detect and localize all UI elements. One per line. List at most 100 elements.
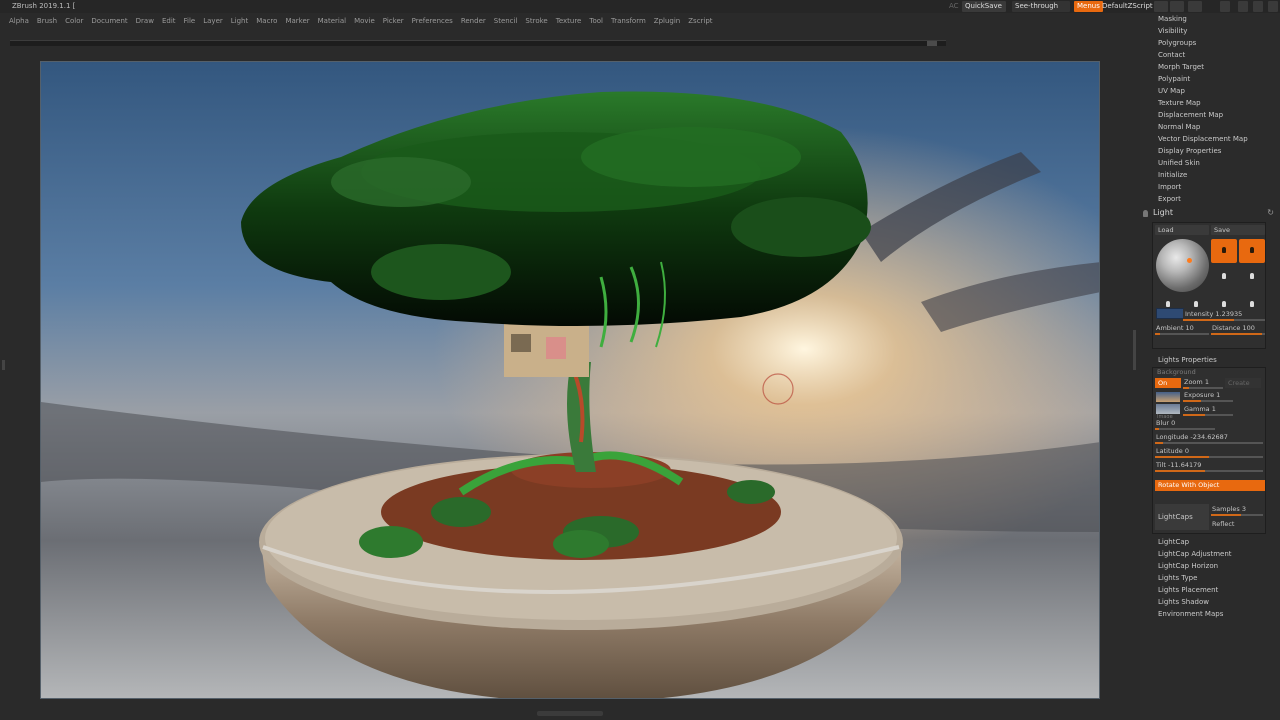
environment-thumbnail[interactable] (1156, 392, 1180, 402)
blur-slider[interactable]: Blur 0 (1155, 418, 1215, 430)
scrollbar-handle[interactable] (927, 41, 937, 46)
lightcaps-button[interactable]: LightCaps (1155, 504, 1209, 530)
background-on-toggle[interactable]: On (1155, 378, 1181, 388)
subpalette-morph-target[interactable]: Morph Target (1158, 63, 1204, 71)
rotate-with-object-toggle[interactable]: Rotate With Object (1155, 480, 1265, 491)
light-load-button[interactable]: Load (1155, 225, 1209, 235)
subpalette-unified-skin[interactable]: Unified Skin (1158, 159, 1200, 167)
subpalette-vector-displacement-map[interactable]: Vector Displacement Map (1158, 135, 1248, 143)
menu-movie[interactable]: Movie (354, 13, 375, 29)
subpalette-contact[interactable]: Contact (1158, 51, 1185, 59)
subpalette-lights-shadow[interactable]: Lights Shadow (1158, 598, 1209, 606)
tilt-slider[interactable]: Tilt -11.64179 (1155, 460, 1263, 472)
create-button[interactable]: Create (1225, 378, 1261, 388)
subpalette-initialize[interactable]: Initialize (1158, 171, 1187, 179)
subpalette-lightcap-horizon[interactable]: LightCap Horizon (1158, 562, 1218, 570)
light-4-toggle[interactable] (1239, 265, 1265, 289)
light-position-marker[interactable] (1187, 258, 1192, 263)
menu-draw[interactable]: Draw (136, 13, 154, 29)
subpalette-import[interactable]: Import (1158, 183, 1181, 191)
menu-preferences[interactable]: Preferences (412, 13, 453, 29)
light-placement-sphere[interactable] (1156, 239, 1209, 292)
menu-light[interactable]: Light (231, 13, 248, 29)
subpalette-normal-map[interactable]: Normal Map (1158, 123, 1200, 131)
menu-tool[interactable]: Tool (589, 13, 603, 29)
menu-document[interactable]: Document (91, 13, 127, 29)
menu-stroke[interactable]: Stroke (525, 13, 547, 29)
menu-material[interactable]: Material (318, 13, 346, 29)
bottom-tray-handle[interactable] (537, 711, 603, 716)
subpalette-masking[interactable]: Masking (1158, 15, 1187, 23)
ac-label[interactable]: AC (946, 1, 962, 12)
menu-alpha[interactable]: Alpha (9, 13, 29, 29)
subpalette-lightcap-adjustment[interactable]: LightCap Adjustment (1158, 550, 1232, 558)
document-viewport[interactable] (40, 61, 1100, 699)
image-thumbnail[interactable] (1156, 404, 1180, 414)
maximize-icon[interactable] (1253, 1, 1263, 12)
menu-color[interactable]: Color (65, 13, 83, 29)
ambient-slider[interactable]: Ambient 10 (1155, 323, 1209, 335)
intensity-fill (1183, 319, 1234, 321)
subpalette-environment-maps[interactable]: Environment Maps (1158, 610, 1223, 618)
light-save-button[interactable]: Save (1211, 225, 1265, 235)
menu-edit[interactable]: Edit (162, 13, 176, 29)
subpalette-lights-type[interactable]: Lights Type (1158, 574, 1197, 582)
menu-file[interactable]: File (184, 13, 196, 29)
menu-zscript[interactable]: Zscript (688, 13, 712, 29)
subpalette-export[interactable]: Export (1158, 195, 1181, 203)
menu-bar: Alpha Brush Color Document Draw Edit File Layer… (0, 13, 1140, 29)
latitude-slider[interactable]: Latitude 0 (1155, 446, 1263, 458)
intensity-slider[interactable]: Intensity 1.23935 (1183, 309, 1265, 321)
light-3-toggle[interactable] (1211, 265, 1237, 289)
menu-render[interactable]: Render (461, 13, 486, 29)
zoom-fill (1183, 387, 1189, 389)
distance-slider[interactable]: Distance 100 (1211, 323, 1265, 335)
gamma-slider[interactable]: Gamma 1 (1183, 404, 1233, 416)
zoom-slider[interactable]: Zoom 1 (1183, 377, 1223, 389)
menu-stencil[interactable]: Stencil (494, 13, 518, 29)
menu-brush[interactable]: Brush (37, 13, 57, 29)
gamma-value: 1 (1211, 405, 1216, 413)
samples-slider[interactable]: Samples 3 (1211, 504, 1263, 516)
menu-layer[interactable]: Layer (203, 13, 223, 29)
light-palette-header[interactable]: Light ↻ (1140, 207, 1280, 221)
menu-transform[interactable]: Transform (611, 13, 646, 29)
menu-macro[interactable]: Macro (256, 13, 277, 29)
refresh-icon[interactable]: ↻ (1267, 208, 1274, 217)
menu-texture[interactable]: Texture (556, 13, 582, 29)
close-icon[interactable] (1268, 1, 1278, 12)
reflect-toggle[interactable]: Reflect (1212, 520, 1234, 528)
bulb-icon (1222, 247, 1226, 253)
menu-marker[interactable]: Marker (285, 13, 309, 29)
subpalette-lightcap[interactable]: LightCap (1158, 538, 1189, 546)
light-2-toggle[interactable] (1239, 239, 1265, 263)
longitude-slider[interactable]: Longitude -234.62687 (1155, 432, 1263, 444)
exposure-slider[interactable]: Exposure 1 (1183, 390, 1233, 402)
right-tray-handle[interactable] (1133, 330, 1136, 370)
subpalette-display-properties[interactable]: Display Properties (1158, 147, 1221, 155)
intensity-value: 1.23935 (1215, 310, 1243, 318)
menu-zplugin[interactable]: Zplugin (654, 13, 680, 29)
subpalette-polypaint[interactable]: Polypaint (1158, 75, 1190, 83)
light-color-swatch[interactable] (1156, 308, 1184, 319)
subpalette-texture-map[interactable]: Texture Map (1158, 99, 1201, 107)
subpalette-polygroups[interactable]: Polygroups (1158, 39, 1196, 47)
subpalette-visibility[interactable]: Visibility (1158, 27, 1187, 35)
left-tray-handle[interactable] (2, 360, 5, 370)
see-through-slider[interactable]: See-through 0 (1012, 1, 1070, 21)
subpalette-uv-map[interactable]: UV Map (1158, 87, 1185, 95)
layout-icon[interactable] (1170, 1, 1184, 12)
lights-properties-button[interactable]: Lights Properties (1158, 356, 1217, 364)
minimize-icon[interactable] (1238, 1, 1248, 12)
default-zscript-button[interactable]: DefaultZScript (1099, 1, 1156, 12)
canvas-scrollbar[interactable] (10, 40, 946, 46)
subpalette-displacement-map[interactable]: Displacement Map (1158, 111, 1223, 119)
menu-picker[interactable]: Picker (383, 13, 404, 29)
bulb-icon (1194, 301, 1198, 307)
lock-icon[interactable] (1220, 1, 1230, 12)
layout2-icon[interactable] (1188, 1, 1202, 12)
light-1-toggle[interactable] (1211, 239, 1237, 263)
quicksave-button[interactable]: QuickSave (962, 1, 1006, 12)
subpalette-lights-placement[interactable]: Lights Placement (1158, 586, 1218, 594)
arrows-icon[interactable] (1154, 1, 1168, 12)
